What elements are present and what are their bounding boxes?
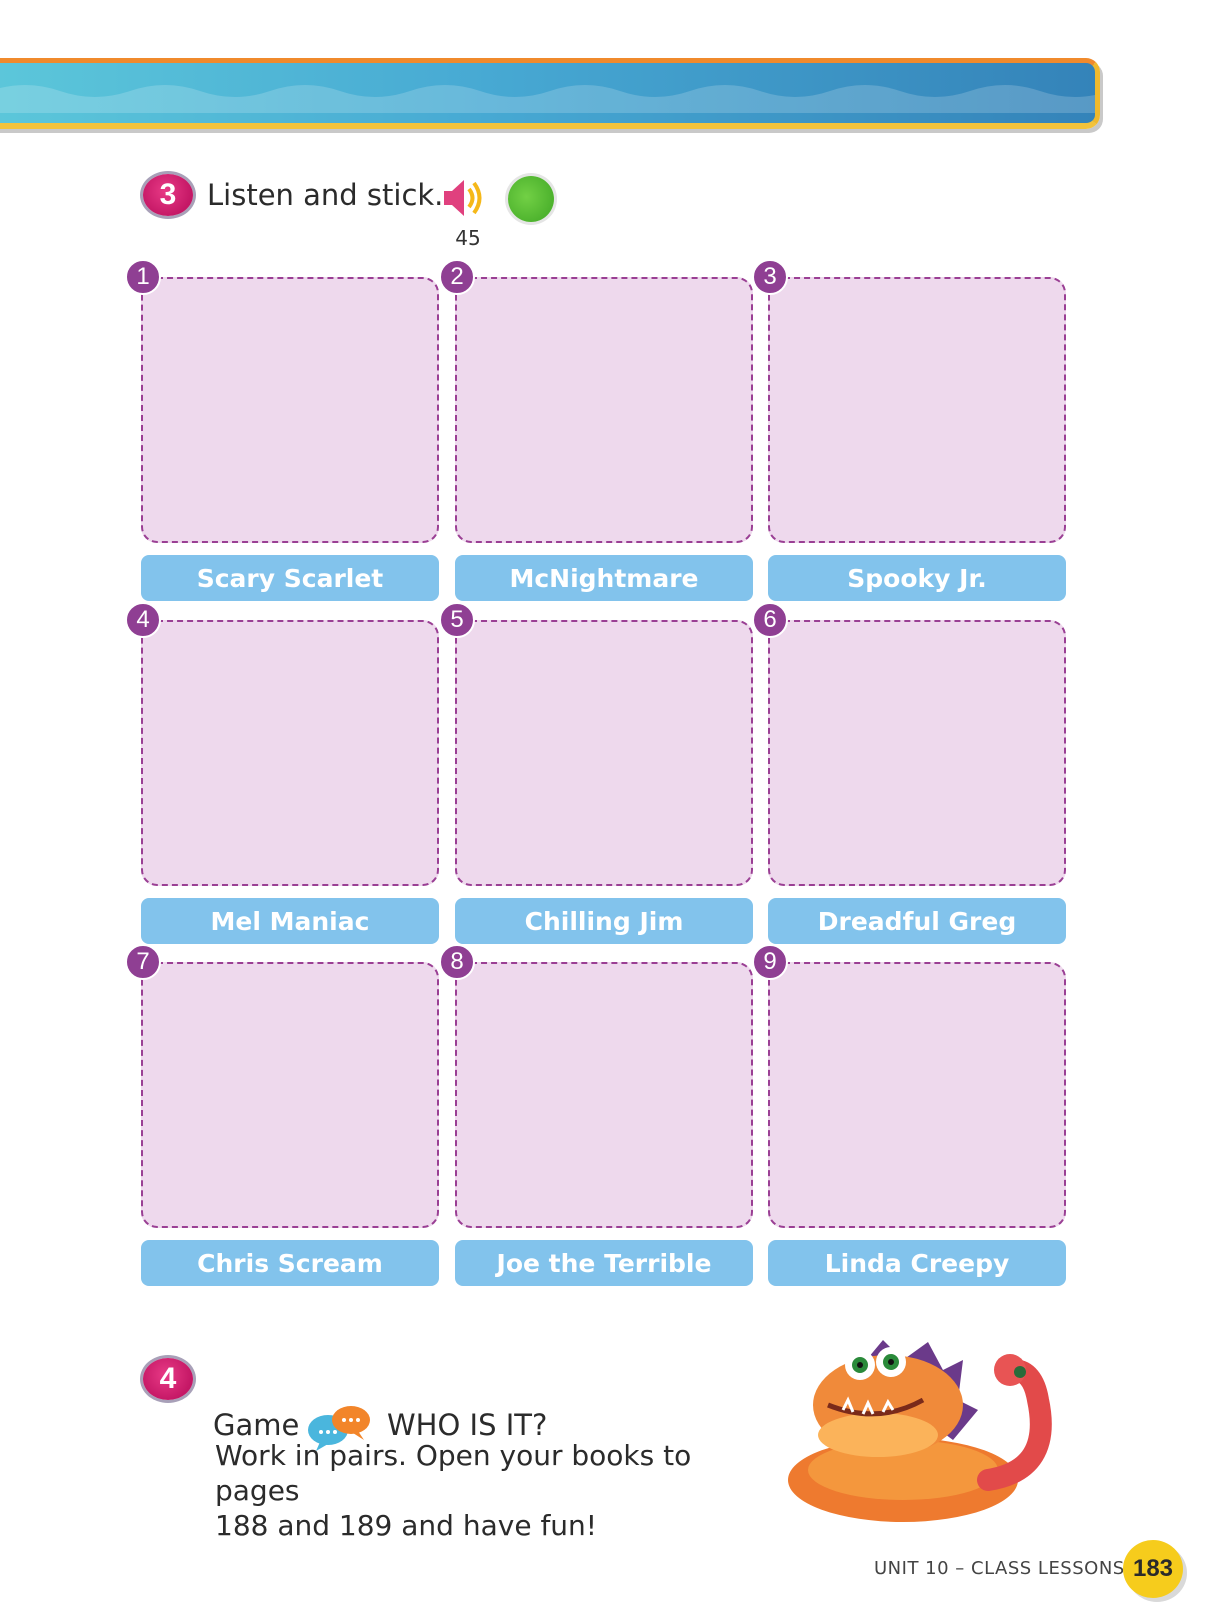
character-name-label: Chris Scream	[141, 1240, 439, 1286]
speaker-icon[interactable]	[438, 175, 490, 225]
cell-number-badge: 9	[752, 944, 788, 980]
sticker-drop-area[interactable]	[455, 620, 753, 886]
sticker-drop-area[interactable]	[768, 620, 1066, 886]
wave-pattern	[0, 85, 1095, 113]
character-name-label: Spooky Jr.	[768, 555, 1066, 601]
character-name-label: Joe the Terrible	[455, 1240, 753, 1286]
cell-number-badge: 2	[439, 259, 475, 295]
sticker-drop-area[interactable]	[768, 277, 1066, 543]
character-name-label: McNightmare	[455, 555, 753, 601]
sticker-drop-area[interactable]	[455, 277, 753, 543]
game-description: Work in pairs. Open your books to pages …	[215, 1438, 775, 1543]
character-name-label: Chilling Jim	[455, 898, 753, 944]
cell-number-badge: 3	[752, 259, 788, 295]
activity-instruction: Listen and stick.	[207, 178, 444, 212]
sticker-drop-area[interactable]	[768, 962, 1066, 1228]
game-line-2: 188 and 189 and have fun!	[215, 1509, 598, 1542]
game-line-1: Work in pairs. Open your books to pages	[215, 1439, 692, 1507]
game-label: Game	[213, 1408, 300, 1442]
sticker-drop-area[interactable]	[141, 620, 439, 886]
activity-number-badge: 3	[143, 174, 193, 216]
game-title: WHO IS IT?	[387, 1408, 548, 1442]
snake-monster-illustration	[788, 1330, 1078, 1534]
cell-number-badge: 1	[125, 259, 161, 295]
character-name-label: Scary Scarlet	[141, 555, 439, 601]
sticker-drop-area[interactable]	[141, 277, 439, 543]
cell-number-badge: 6	[752, 602, 788, 638]
sticker-drop-area[interactable]	[455, 962, 753, 1228]
character-name-label: Dreadful Greg	[768, 898, 1066, 944]
activity-number-badge: 4	[143, 1358, 193, 1400]
cell-number-badge: 7	[125, 944, 161, 980]
page-number-badge: 183	[1123, 1540, 1183, 1598]
footer-unit-label: UNIT 10 – CLASS LESSONS	[874, 1558, 1125, 1579]
header-wave-banner	[0, 58, 1100, 129]
sticker-drop-area[interactable]	[141, 962, 439, 1228]
cell-number-badge: 8	[439, 944, 475, 980]
sticker-icon	[508, 176, 554, 222]
character-name-label: Linda Creepy	[768, 1240, 1066, 1286]
character-name-label: Mel Maniac	[141, 898, 439, 944]
cell-number-badge: 4	[125, 602, 161, 638]
audio-track-number: 45	[455, 226, 481, 250]
cell-number-badge: 5	[439, 602, 475, 638]
